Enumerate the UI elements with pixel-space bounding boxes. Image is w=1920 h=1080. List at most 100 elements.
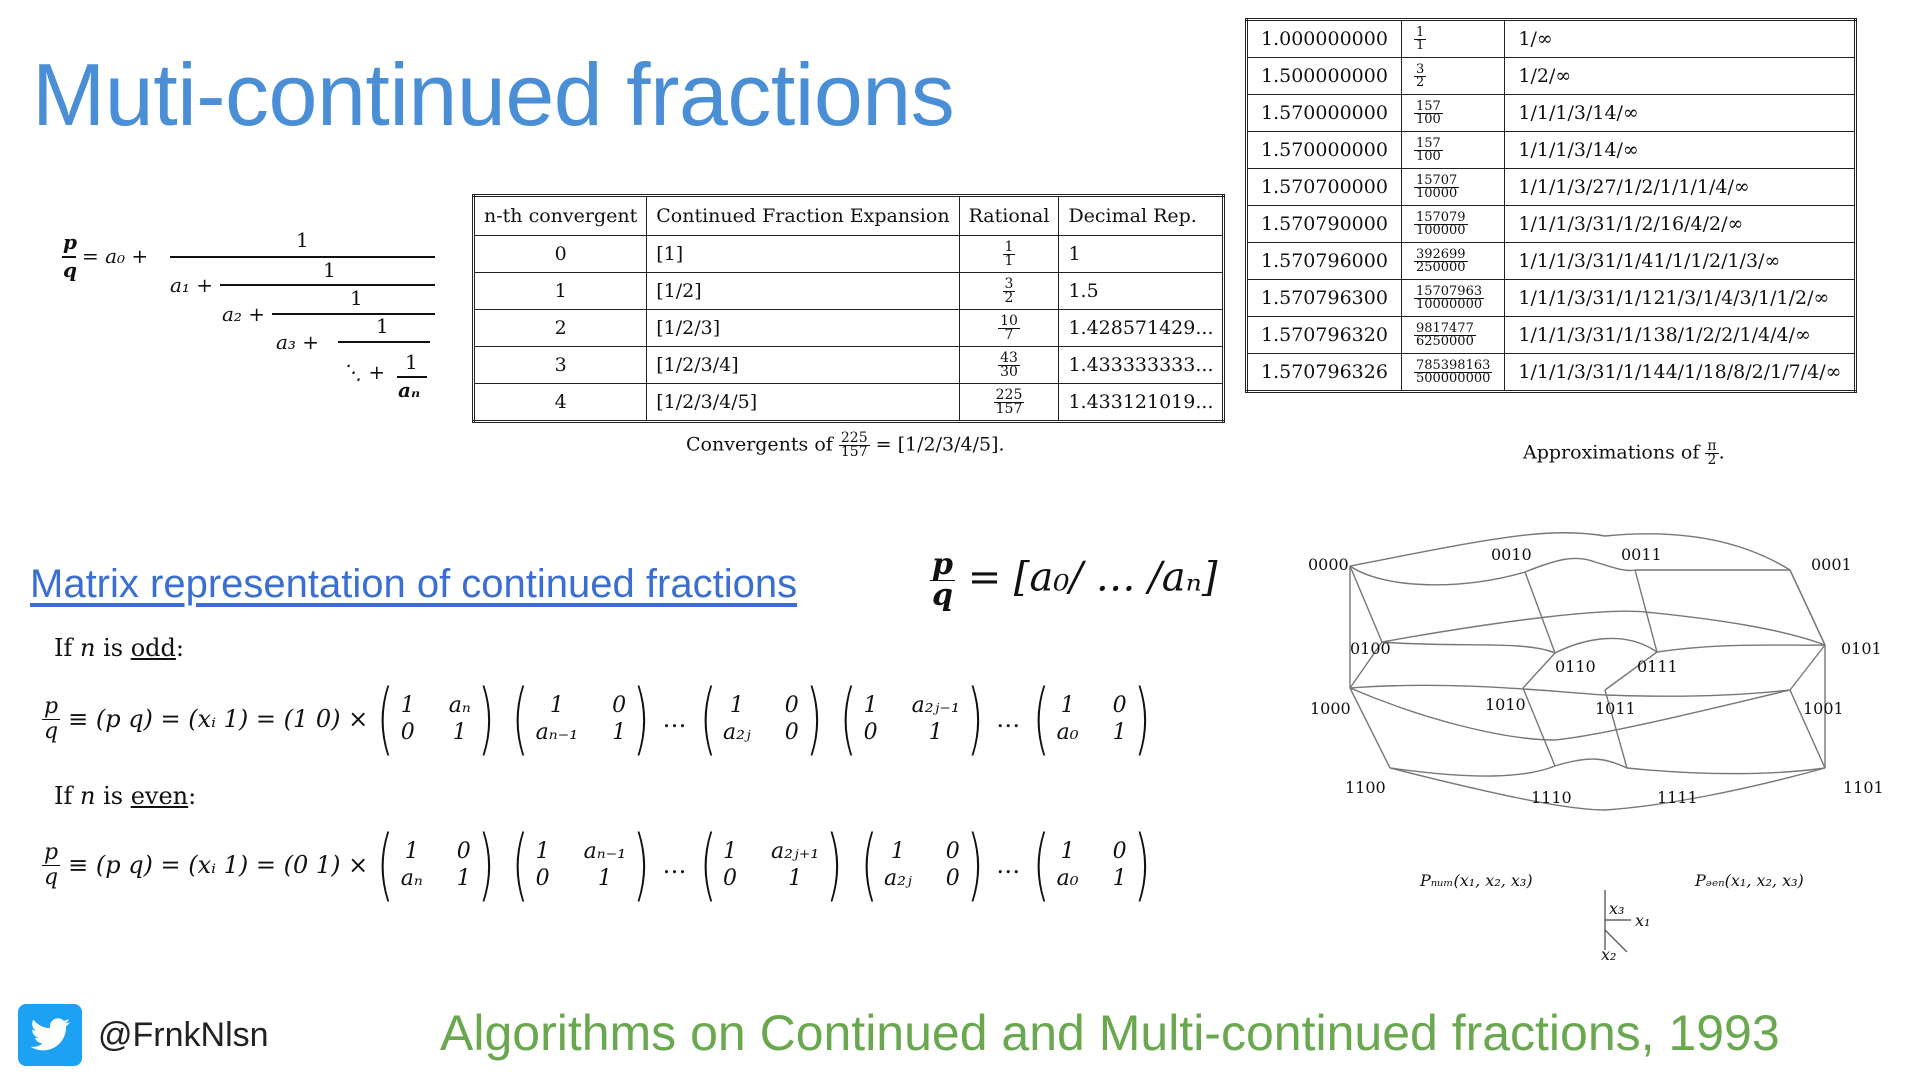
cell-decimal: 1 bbox=[1058, 235, 1225, 273]
matrix-entry: 1 bbox=[863, 693, 878, 718]
vertex-label-1100: 1100 bbox=[1345, 778, 1386, 797]
cf-one-2: 1 bbox=[323, 258, 336, 282]
matrix-entry: a₀ bbox=[1056, 720, 1079, 745]
approximation-row: 1.570796326 785398163 500000000 1/1/1/3/31/… bbox=[1246, 353, 1857, 392]
cell-n: 4 bbox=[472, 383, 648, 422]
approximations-table: 1.000000000 1 1 1/∞ 1.500000000 3 2 1/2/∞ 1.5700… bbox=[1245, 18, 1858, 393]
matrix-2x2: (1 a₂ⱼ₋₁ 0 1) bbox=[840, 674, 984, 764]
cell-rational: 32 bbox=[1400, 57, 1506, 95]
twitter-handle[interactable]: @FrnkNlsn bbox=[98, 1016, 269, 1055]
cell-rational: 15707 10000 bbox=[1400, 168, 1506, 206]
even-condition: If n is even: bbox=[54, 782, 197, 810]
section-subtitle: Matrix representation of continued fract… bbox=[30, 562, 798, 606]
matrix-entry: 0 bbox=[945, 866, 960, 891]
cf-dots: ⋱ + bbox=[342, 360, 386, 384]
matrix-2x2: (1 0 aₙ₋₁ 1) bbox=[512, 674, 650, 764]
matrix-entry: 0 bbox=[535, 866, 550, 891]
matrix-entry: 1 bbox=[549, 693, 564, 718]
vertex-label-0011: 0011 bbox=[1621, 545, 1662, 564]
cf-one-5: 1 bbox=[405, 350, 418, 374]
matrix-entry: 0 bbox=[400, 720, 415, 745]
cell-decimal: 1.500000000 bbox=[1246, 57, 1402, 95]
cell-expansion: 1/1/1/3/31/1/2/16/4/2/∞ bbox=[1504, 205, 1857, 243]
vertex-label-0000: 0000 bbox=[1308, 555, 1349, 574]
matrix-entry: 1 bbox=[400, 693, 415, 718]
pq-definition: pq = [a₀/ … /aₙ] bbox=[930, 547, 1218, 613]
p-num-label: Pₙᵤₘ(x₁, x₂, x₃) bbox=[1419, 871, 1533, 890]
cell-decimal: 1.433333333... bbox=[1058, 346, 1225, 384]
cell-decimal: 1.000000000 bbox=[1246, 19, 1402, 58]
cell-expansion: 1/1/1/3/14/∞ bbox=[1504, 94, 1857, 132]
cell-rational: 225 157 bbox=[958, 383, 1060, 422]
matrix-2x2: (1 0 a₂ⱼ 0) bbox=[699, 674, 823, 764]
cf-one-1: 1 bbox=[296, 228, 309, 252]
cf-a0: = a₀ + bbox=[82, 244, 149, 268]
matrix-2x2: (1 0 a₀ 1) bbox=[1033, 674, 1151, 764]
matrix-entry: 1 bbox=[535, 839, 550, 864]
cell-expansion: [1/2] bbox=[646, 272, 960, 310]
convergent-row: 3 [1/2/3/4] 43 30 1.433333333... bbox=[472, 346, 1225, 384]
matrix-entry: aₙ bbox=[448, 693, 471, 718]
vertex-label-1110: 1110 bbox=[1531, 788, 1572, 807]
cell-n: 3 bbox=[472, 346, 648, 384]
matrix-entry: 1 bbox=[722, 839, 737, 864]
cell-expansion: [1/2/3/4/5] bbox=[646, 383, 960, 422]
matrix-entry: 1 bbox=[597, 866, 612, 891]
matrix-entry: a₂ⱼ₋₁ bbox=[911, 693, 960, 718]
col-header-n: n-th convergent bbox=[472, 195, 648, 236]
ellipsis: … bbox=[996, 705, 1021, 733]
matrix-entry: aₙ bbox=[400, 866, 423, 891]
matrix-entry: 1 bbox=[890, 839, 905, 864]
col-header-decimal: Decimal Rep. bbox=[1058, 195, 1225, 236]
cell-expansion: 1/2/∞ bbox=[1504, 57, 1857, 95]
cell-rational: 157 100 bbox=[1400, 131, 1506, 169]
convergent-row: 1 [1/2] 3 2 1.5 bbox=[472, 272, 1225, 310]
matrix-entry: a₂ⱼ bbox=[722, 720, 751, 745]
matrix-entry: 0 bbox=[1112, 839, 1127, 864]
cell-decimal: 1.570700000 bbox=[1246, 168, 1402, 206]
matrix-entry: 0 bbox=[612, 693, 627, 718]
cell-rational: 11 bbox=[1400, 19, 1506, 58]
vertex-label-0110: 0110 bbox=[1555, 657, 1596, 676]
matrix-entry: 1 bbox=[404, 839, 419, 864]
cell-decimal: 1.570796300 bbox=[1246, 279, 1402, 317]
approximation-row: 1.570796300 15707963 10000000 1/1/1/3/31/1/… bbox=[1246, 279, 1857, 317]
cell-decimal: 1.570796326 bbox=[1246, 353, 1402, 392]
p-den-label: Pₔₑₙ(x₁, x₂, x₃) bbox=[1694, 871, 1804, 890]
convergents-caption: Convergents of 225 157 = [1/2/3/4/5]. bbox=[686, 430, 1005, 460]
matrix-entry: 0 bbox=[1112, 693, 1127, 718]
cell-expansion: [1/2/3] bbox=[646, 309, 960, 347]
cf-q: q bbox=[63, 258, 77, 282]
vertex-label-1000: 1000 bbox=[1310, 699, 1351, 718]
matrix-entry: 1 bbox=[1112, 720, 1127, 745]
matrix-entry: 1 bbox=[456, 866, 471, 891]
matrix-2x2: (1 a₂ⱼ₊₁ 0 1) bbox=[699, 820, 843, 910]
cell-rational: 392699 250000 bbox=[1400, 242, 1506, 280]
matrix-2x2: (1 0 aₙ 1) bbox=[377, 820, 495, 910]
cell-decimal: 1.570796320 bbox=[1246, 316, 1402, 354]
twitter-icon[interactable] bbox=[18, 1004, 82, 1066]
cell-expansion: 1/1/1/3/14/∞ bbox=[1504, 131, 1857, 169]
convergent-row: 4 [1/2/3/4/5] 225 157 1.433121019... bbox=[472, 383, 1225, 422]
matrix-entry: 1 bbox=[612, 720, 627, 745]
axis-x1-label: x₁ bbox=[1635, 911, 1650, 930]
vertex-label-0111: 0111 bbox=[1637, 657, 1678, 676]
even-equation: pq ≡ (p q) = (xᵢ 1) = (0 1) × (1 0 aₙ 1)(1 a… bbox=[42, 826, 1159, 904]
approximations-caption: Approximations of π2. bbox=[1523, 438, 1725, 468]
matrix-entry: 1 bbox=[1060, 693, 1075, 718]
matrix-entry: 0 bbox=[863, 720, 878, 745]
cell-decimal: 1.433121019... bbox=[1058, 383, 1225, 422]
cell-expansion: [1/2/3/4] bbox=[646, 346, 960, 384]
matrix-2x2: (1 aₙ₋₁ 0 1) bbox=[512, 820, 650, 910]
vertex-label-1010: 1010 bbox=[1485, 695, 1526, 714]
vertex-label-1111: 1111 bbox=[1657, 788, 1698, 807]
cf-an: aₙ bbox=[398, 378, 421, 402]
cell-rational: 32 bbox=[958, 272, 1060, 310]
matrix-entry: 0 bbox=[722, 866, 737, 891]
cell-rational: 157079 100000 bbox=[1400, 205, 1506, 243]
approximation-row: 1.500000000 3 2 1/2/∞ bbox=[1246, 57, 1857, 95]
cell-expansion: 1/1/1/3/27/1/2/1/1/1/4/∞ bbox=[1504, 168, 1857, 206]
matrix-2x2: (1 0 a₀ 1) bbox=[1033, 820, 1151, 910]
vertex-label-1011: 1011 bbox=[1595, 699, 1636, 718]
cell-expansion: 1/1/1/3/31/1/144/1/18/8/2/1/7/4/∞ bbox=[1504, 353, 1857, 392]
